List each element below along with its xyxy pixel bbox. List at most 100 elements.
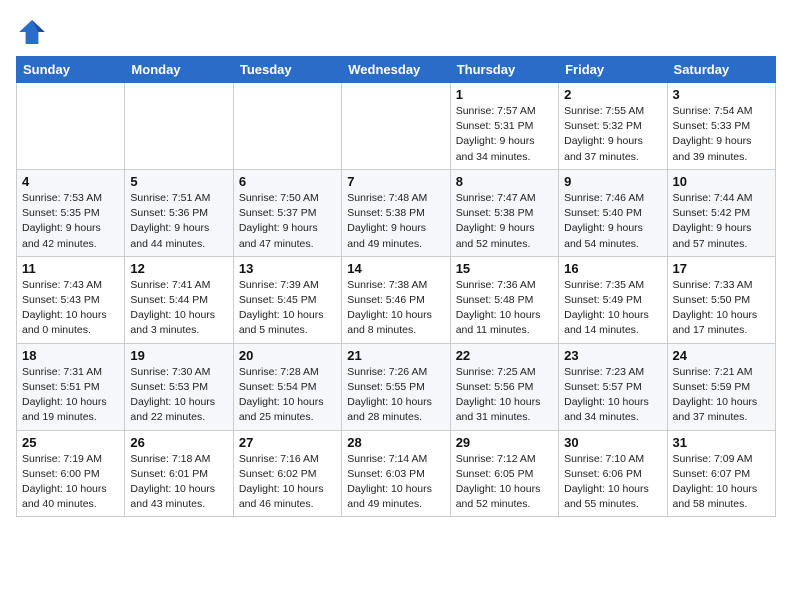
calendar-cell: 27 Sunrise: 7:16 AM Sunset: 6:02 PM Dayli…: [233, 430, 341, 517]
day-info: Sunrise: 7:23 AM Sunset: 5:57 PM Dayligh…: [564, 365, 661, 426]
calendar-cell: 2 Sunrise: 7:55 AM Sunset: 5:32 PM Daylig…: [559, 83, 667, 170]
day-info: Sunrise: 7:09 AM Sunset: 6:07 PM Dayligh…: [673, 452, 770, 513]
day-info: Sunrise: 7:33 AM Sunset: 5:50 PM Dayligh…: [673, 278, 770, 339]
day-info: Sunrise: 7:55 AM Sunset: 5:32 PM Dayligh…: [564, 104, 661, 165]
calendar-cell: 17 Sunrise: 7:33 AM Sunset: 5:50 PM Dayli…: [667, 256, 775, 343]
day-number: 23: [564, 348, 661, 363]
day-number: 18: [22, 348, 119, 363]
day-number: 16: [564, 261, 661, 276]
day-info: Sunrise: 7:25 AM Sunset: 5:56 PM Dayligh…: [456, 365, 553, 426]
calendar-cell: 4 Sunrise: 7:53 AM Sunset: 5:35 PM Daylig…: [17, 169, 125, 256]
page-header: [16, 16, 776, 48]
day-info: Sunrise: 7:21 AM Sunset: 5:59 PM Dayligh…: [673, 365, 770, 426]
calendar-cell: 24 Sunrise: 7:21 AM Sunset: 5:59 PM Dayli…: [667, 343, 775, 430]
calendar-table: SundayMondayTuesdayWednesdayThursdayFrid…: [16, 56, 776, 517]
calendar-cell: 20 Sunrise: 7:28 AM Sunset: 5:54 PM Dayli…: [233, 343, 341, 430]
week-row-4: 18 Sunrise: 7:31 AM Sunset: 5:51 PM Dayli…: [17, 343, 776, 430]
calendar-cell: 1Sunrise: 7:57 AM Sunset: 5:31 PM Daylig…: [450, 83, 558, 170]
week-row-3: 11 Sunrise: 7:43 AM Sunset: 5:43 PM Dayli…: [17, 256, 776, 343]
calendar-cell: 7Sunrise: 7:48 AM Sunset: 5:38 PM Daylig…: [342, 169, 450, 256]
weekday-header-row: SundayMondayTuesdayWednesdayThursdayFrid…: [17, 57, 776, 83]
day-number: 21: [347, 348, 444, 363]
day-number: 11: [22, 261, 119, 276]
calendar-cell: 28Sunrise: 7:14 AM Sunset: 6:03 PM Dayli…: [342, 430, 450, 517]
day-info: Sunrise: 7:51 AM Sunset: 5:36 PM Dayligh…: [130, 191, 227, 252]
calendar-cell: 5 Sunrise: 7:51 AM Sunset: 5:36 PM Daylig…: [125, 169, 233, 256]
calendar-cell: 15 Sunrise: 7:36 AM Sunset: 5:48 PM Dayli…: [450, 256, 558, 343]
weekday-header-monday: Monday: [125, 57, 233, 83]
weekday-header-sunday: Sunday: [17, 57, 125, 83]
day-number: 27: [239, 435, 336, 450]
calendar-cell: [233, 83, 341, 170]
day-number: 8: [456, 174, 553, 189]
calendar-cell: [342, 83, 450, 170]
day-info: Sunrise: 7:38 AM Sunset: 5:46 PM Dayligh…: [347, 278, 444, 339]
day-number: 26: [130, 435, 227, 450]
day-info: Sunrise: 7:50 AM Sunset: 5:37 PM Dayligh…: [239, 191, 336, 252]
day-info: Sunrise: 7:10 AM Sunset: 6:06 PM Dayligh…: [564, 452, 661, 513]
week-row-1: 1Sunrise: 7:57 AM Sunset: 5:31 PM Daylig…: [17, 83, 776, 170]
day-number: 6: [239, 174, 336, 189]
weekday-header-tuesday: Tuesday: [233, 57, 341, 83]
calendar-cell: 8 Sunrise: 7:47 AM Sunset: 5:38 PM Daylig…: [450, 169, 558, 256]
calendar-cell: 29Sunrise: 7:12 AM Sunset: 6:05 PM Dayli…: [450, 430, 558, 517]
day-info: Sunrise: 7:44 AM Sunset: 5:42 PM Dayligh…: [673, 191, 770, 252]
day-number: 2: [564, 87, 661, 102]
weekday-header-thursday: Thursday: [450, 57, 558, 83]
weekday-header-saturday: Saturday: [667, 57, 775, 83]
calendar-cell: 14 Sunrise: 7:38 AM Sunset: 5:46 PM Dayli…: [342, 256, 450, 343]
day-number: 4: [22, 174, 119, 189]
day-number: 29: [456, 435, 553, 450]
day-info: Sunrise: 7:57 AM Sunset: 5:31 PM Dayligh…: [456, 104, 553, 165]
calendar-cell: [17, 83, 125, 170]
day-number: 9: [564, 174, 661, 189]
day-info: Sunrise: 7:54 AM Sunset: 5:33 PM Dayligh…: [673, 104, 770, 165]
calendar-cell: 3 Sunrise: 7:54 AM Sunset: 5:33 PM Daylig…: [667, 83, 775, 170]
day-info: Sunrise: 7:28 AM Sunset: 5:54 PM Dayligh…: [239, 365, 336, 426]
week-row-5: 25 Sunrise: 7:19 AM Sunset: 6:00 PM Dayli…: [17, 430, 776, 517]
calendar-cell: [125, 83, 233, 170]
day-number: 20: [239, 348, 336, 363]
day-info: Sunrise: 7:30 AM Sunset: 5:53 PM Dayligh…: [130, 365, 227, 426]
calendar-cell: 6 Sunrise: 7:50 AM Sunset: 5:37 PM Daylig…: [233, 169, 341, 256]
day-info: Sunrise: 7:19 AM Sunset: 6:00 PM Dayligh…: [22, 452, 119, 513]
weekday-header-friday: Friday: [559, 57, 667, 83]
calendar-cell: 12 Sunrise: 7:41 AM Sunset: 5:44 PM Dayli…: [125, 256, 233, 343]
day-info: Sunrise: 7:36 AM Sunset: 5:48 PM Dayligh…: [456, 278, 553, 339]
day-info: Sunrise: 7:16 AM Sunset: 6:02 PM Dayligh…: [239, 452, 336, 513]
day-number: 25: [22, 435, 119, 450]
calendar-cell: 21 Sunrise: 7:26 AM Sunset: 5:55 PM Dayli…: [342, 343, 450, 430]
day-info: Sunrise: 7:31 AM Sunset: 5:51 PM Dayligh…: [22, 365, 119, 426]
calendar-cell: 9Sunrise: 7:46 AM Sunset: 5:40 PM Daylig…: [559, 169, 667, 256]
calendar-cell: 31 Sunrise: 7:09 AM Sunset: 6:07 PM Dayli…: [667, 430, 775, 517]
day-number: 12: [130, 261, 227, 276]
day-number: 19: [130, 348, 227, 363]
day-info: Sunrise: 7:41 AM Sunset: 5:44 PM Dayligh…: [130, 278, 227, 339]
day-number: 24: [673, 348, 770, 363]
day-info: Sunrise: 7:43 AM Sunset: 5:43 PM Dayligh…: [22, 278, 119, 339]
day-info: Sunrise: 7:53 AM Sunset: 5:35 PM Dayligh…: [22, 191, 119, 252]
day-number: 13: [239, 261, 336, 276]
weekday-header-wednesday: Wednesday: [342, 57, 450, 83]
calendar-cell: 11 Sunrise: 7:43 AM Sunset: 5:43 PM Dayli…: [17, 256, 125, 343]
day-number: 5: [130, 174, 227, 189]
day-info: Sunrise: 7:39 AM Sunset: 5:45 PM Dayligh…: [239, 278, 336, 339]
calendar-cell: 18 Sunrise: 7:31 AM Sunset: 5:51 PM Dayli…: [17, 343, 125, 430]
day-number: 3: [673, 87, 770, 102]
day-number: 22: [456, 348, 553, 363]
calendar-cell: 23 Sunrise: 7:23 AM Sunset: 5:57 PM Dayli…: [559, 343, 667, 430]
logo: [16, 16, 52, 48]
day-info: Sunrise: 7:26 AM Sunset: 5:55 PM Dayligh…: [347, 365, 444, 426]
day-number: 17: [673, 261, 770, 276]
day-number: 14: [347, 261, 444, 276]
day-number: 15: [456, 261, 553, 276]
week-row-2: 4 Sunrise: 7:53 AM Sunset: 5:35 PM Daylig…: [17, 169, 776, 256]
day-info: Sunrise: 7:35 AM Sunset: 5:49 PM Dayligh…: [564, 278, 661, 339]
day-number: 31: [673, 435, 770, 450]
calendar-cell: 30 Sunrise: 7:10 AM Sunset: 6:06 PM Dayli…: [559, 430, 667, 517]
logo-bird-icon: [16, 16, 48, 48]
day-number: 30: [564, 435, 661, 450]
calendar-cell: 19 Sunrise: 7:30 AM Sunset: 5:53 PM Dayli…: [125, 343, 233, 430]
day-info: Sunrise: 7:47 AM Sunset: 5:38 PM Dayligh…: [456, 191, 553, 252]
calendar-cell: 16 Sunrise: 7:35 AM Sunset: 5:49 PM Dayli…: [559, 256, 667, 343]
